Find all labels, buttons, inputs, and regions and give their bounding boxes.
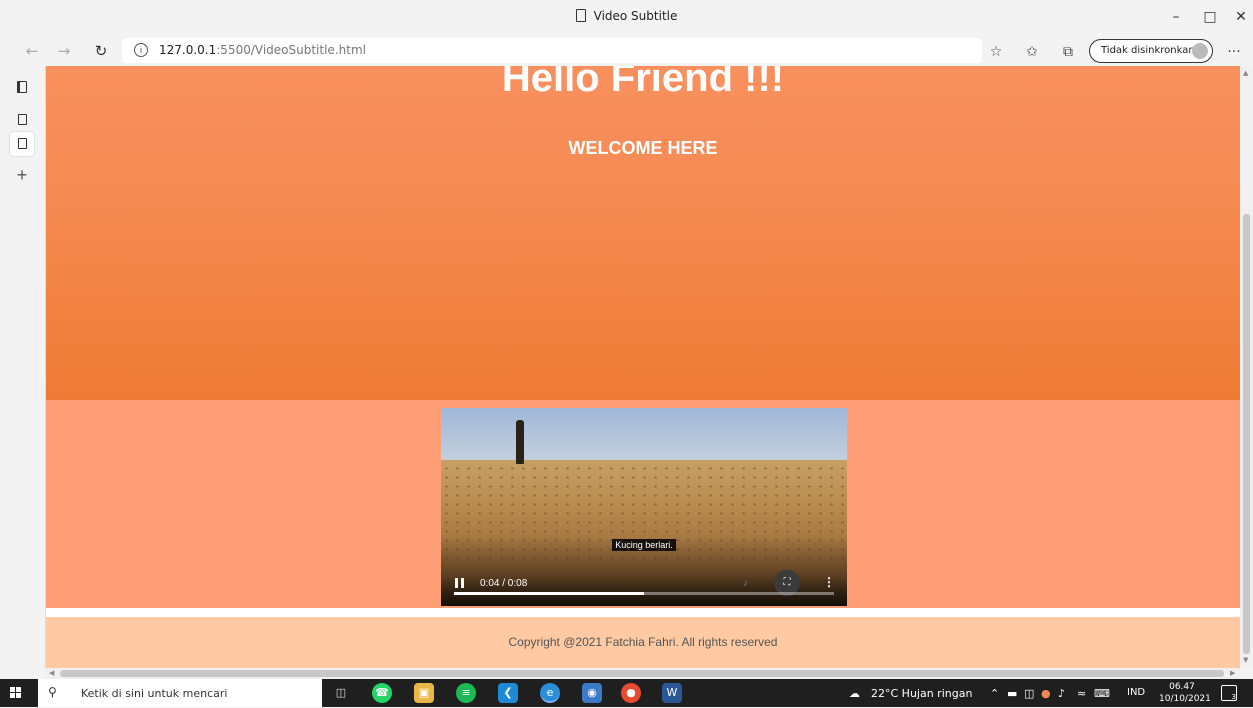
horizontal-scrollbar[interactable]: ◀ ▶: [46, 668, 1240, 679]
vertical-tabs-sidebar: +: [0, 66, 46, 668]
scroll-right-icon[interactable]: ▶: [1230, 669, 1235, 677]
notification-count: 3: [1231, 693, 1236, 701]
page-icon: [17, 114, 27, 125]
forward-icon[interactable]: →: [52, 40, 76, 62]
volume-icon[interactable]: ♪: [1058, 687, 1065, 700]
profile-sync-button[interactable]: Tidak disinkronkan: [1089, 39, 1213, 63]
section-divider: [46, 608, 1240, 617]
url-text[interactable]: 127.0.0.1:5500/VideoSubtitle.html: [159, 43, 366, 57]
page-heading: Hello Friend !!!: [501, 66, 785, 100]
pause-icon[interactable]: [455, 578, 465, 588]
battery-icon[interactable]: ▬: [1007, 687, 1017, 700]
spotify-icon[interactable]: ≡: [456, 683, 476, 703]
windows-taskbar: ⚲ Ketik di sini untuk mencari ◫ ☎ ▣ ≡ ❮ …: [0, 679, 1253, 707]
copyright-text: Copyright @2021 Fatchia Fahri. All right…: [508, 635, 778, 649]
page-subheading: WELCOME HERE: [568, 138, 718, 158]
scroll-left-icon[interactable]: ◀: [49, 669, 54, 677]
video-subtitle: Kucing berlari.: [441, 535, 847, 553]
taskbar-search-placeholder: Ketik di sini untuk mencari: [81, 687, 228, 700]
page-footer: Copyright @2021 Fatchia Fahri. All right…: [46, 617, 1240, 668]
video-progress-fill: [454, 592, 644, 595]
url-path: :5500/VideoSubtitle.html: [216, 43, 366, 57]
edge-icon[interactable]: e: [540, 683, 560, 703]
title-bar: Video Subtitle – □ ✕: [0, 0, 1253, 36]
window-title-text: Video Subtitle: [593, 9, 678, 23]
chrome-icon[interactable]: ●: [621, 683, 641, 703]
scroll-up-icon[interactable]: ▲: [1243, 69, 1248, 77]
taskbar-search[interactable]: ⚲ Ketik di sini untuk mencari: [38, 679, 322, 707]
video-progress-bar[interactable]: [454, 592, 834, 595]
vertical-scroll-thumb[interactable]: [1243, 214, 1250, 654]
sync-label: Tidak disinkronkan: [1101, 45, 1195, 56]
whatsapp-icon[interactable]: ☎: [372, 683, 392, 703]
address-bar[interactable]: i 127.0.0.1:5500/VideoSubtitle.html: [122, 38, 982, 63]
refresh-icon[interactable]: ↻: [89, 40, 113, 62]
browser-window: Video Subtitle – □ ✕ ← → ↻ i 127.0.0.1:5…: [0, 0, 1253, 707]
weather-icon[interactable]: ☁: [849, 687, 860, 700]
back-icon[interactable]: ←: [20, 40, 44, 62]
scroll-down-icon[interactable]: ▼: [1243, 656, 1248, 664]
maximize-button[interactable]: □: [1195, 6, 1225, 28]
tab-actions-icon[interactable]: [10, 76, 34, 100]
tablet-icon[interactable]: ◫: [1024, 687, 1034, 700]
language-indicator[interactable]: IND: [1127, 687, 1145, 698]
video-frame-sky: [441, 408, 847, 468]
tab-page-2[interactable]: [10, 132, 34, 156]
clock-date: 10/10/2021: [1159, 694, 1211, 704]
video-time: 0:04 / 0:08: [480, 578, 528, 589]
taskbar-clock[interactable]: 06.47 10/10/2021: [1159, 681, 1211, 705]
search-icon: ⚲: [48, 685, 57, 699]
url-host: 127.0.0.1: [159, 43, 217, 57]
info-icon[interactable]: i: [134, 43, 148, 57]
page-icon: [575, 9, 586, 22]
video-more-icon[interactable]: ⋮: [823, 575, 835, 589]
file-explorer-icon[interactable]: ▣: [414, 683, 434, 703]
collections-icon[interactable]: ⧉: [1058, 42, 1078, 62]
video-frame-figure: [516, 420, 524, 464]
video-player[interactable]: Kucing berlari. 0:04 / 0:08 ♪ ⛶ ⋮: [441, 408, 847, 606]
vertical-scrollbar[interactable]: ▲ ▼: [1240, 66, 1253, 668]
keyboard-icon[interactable]: ⌨: [1094, 687, 1110, 700]
vscode-icon[interactable]: ❮: [498, 683, 518, 703]
word-icon[interactable]: W: [662, 683, 682, 703]
weather-text[interactable]: 22°C Hujan ringan: [871, 687, 972, 700]
minimize-button[interactable]: –: [1161, 6, 1191, 28]
windows-start-icon[interactable]: [10, 687, 22, 699]
video-section: Kucing berlari. 0:04 / 0:08 ♪ ⛶ ⋮: [46, 400, 1240, 608]
horizontal-scroll-thumb[interactable]: [60, 670, 1224, 677]
wifi-icon[interactable]: ≈: [1077, 687, 1086, 700]
avatar: [1192, 43, 1208, 59]
subtitle-text: Kucing berlari.: [612, 539, 676, 551]
page-icon: [17, 138, 27, 149]
more-options-icon[interactable]: ···: [1224, 42, 1244, 62]
window-title: Video Subtitle: [0, 9, 1253, 23]
page-viewport: Hello Friend !!! WELCOME HERE Kucing ber…: [46, 66, 1240, 668]
antivirus-icon[interactable]: ●: [1041, 687, 1051, 700]
navigation-bar: ← → ↻ i 127.0.0.1:5500/VideoSubtitle.htm…: [0, 36, 1253, 66]
clock-time: 06.47: [1169, 682, 1195, 692]
close-button[interactable]: ✕: [1226, 6, 1253, 28]
add-favorite-icon[interactable]: ☆: [986, 42, 1006, 62]
new-tab-button[interactable]: +: [10, 163, 34, 187]
hero-section: Hello Friend !!! WELCOME HERE: [46, 66, 1240, 400]
favorites-icon[interactable]: ✩: [1022, 42, 1042, 62]
volume-icon[interactable]: ♪: [743, 578, 748, 589]
tab-page-1[interactable]: [10, 108, 34, 132]
tray-expand-icon[interactable]: ⌃: [990, 687, 999, 700]
camera-icon[interactable]: ◉: [582, 683, 602, 703]
notification-icon[interactable]: 3: [1221, 685, 1237, 701]
task-view-icon[interactable]: ◫: [331, 683, 351, 703]
